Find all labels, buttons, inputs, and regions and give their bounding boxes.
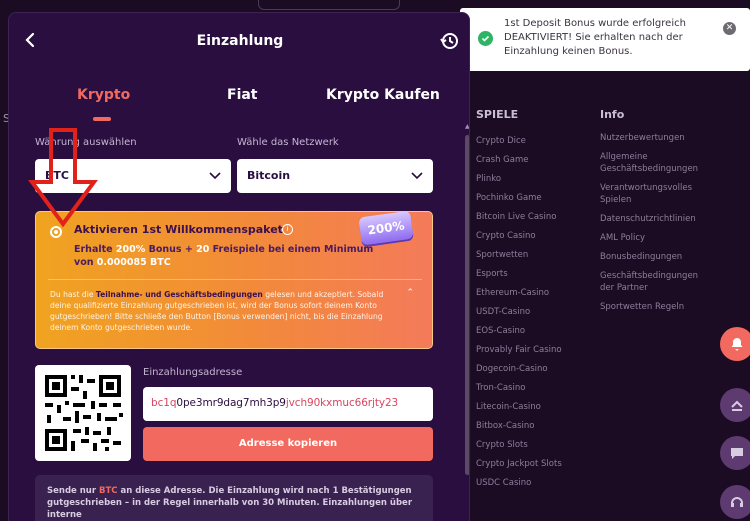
- annotation-arrow-icon: [28, 128, 98, 228]
- modal-title: Einzahlung: [196, 33, 284, 49]
- footer-link[interactable]: Pochinko Game: [476, 189, 562, 208]
- bonus-text: Erhalte: [74, 244, 116, 255]
- footer-link[interactable]: Geschäftsbedingungen der Partner: [600, 270, 710, 294]
- footer-link[interactable]: Allgemeine Geschäftsbedingungen: [600, 151, 710, 175]
- deposit-modal: Einzahlung Krypto Fiat Krypto Kaufen Wäh…: [8, 12, 470, 521]
- footer-link[interactable]: Bitbox-Casino: [476, 417, 562, 436]
- bonus-text: Bonus +: [145, 244, 197, 255]
- deposit-address-field[interactable]: bc1q0pe3mr9dag7mh3p9jvch90kxmuc66rjty23: [143, 387, 433, 421]
- bonus-spins: 20: [196, 244, 210, 255]
- note-text: Sende nur: [47, 486, 100, 496]
- footer-link[interactable]: Datenschutzrichtlinien: [600, 213, 710, 225]
- deposit-note: Sende nur BTC an diese Adresse. Die Einz…: [35, 475, 433, 521]
- chevron-down-icon: [209, 170, 221, 183]
- toast-message: 1st Deposit Bonus wurde erfolgreich DEAK…: [504, 18, 686, 57]
- note-coin: BTC: [99, 486, 118, 496]
- chevron-down-icon: [411, 170, 423, 183]
- footer-link[interactable]: Litecoin-Casino: [476, 398, 562, 417]
- history-icon[interactable]: [439, 31, 459, 55]
- footer-link[interactable]: USDC Casino: [476, 474, 562, 493]
- network-label: Wähle das Netzwerk: [237, 137, 339, 148]
- bell-icon: [731, 338, 743, 351]
- tab-krypto-kaufen[interactable]: Krypto Kaufen: [326, 87, 440, 103]
- bonus-badge: 200%: [358, 210, 414, 246]
- copy-address-button[interactable]: Adresse kopieren: [143, 427, 433, 461]
- footer-link[interactable]: Crypto Casino: [476, 227, 562, 246]
- footer-link[interactable]: Esports: [476, 265, 562, 284]
- network-value: Bitcoin: [247, 169, 291, 182]
- welcome-bonus-card[interactable]: Aktivieren 1st Willkommenspaket i 200% E…: [35, 210, 433, 349]
- footer-link[interactable]: Provably Fair Casino: [476, 341, 562, 360]
- address-part: 0pe3mr9dag7mh3p9: [176, 397, 286, 409]
- address-part: jvch90kxmuc66rjty23: [285, 397, 399, 409]
- footer-link[interactable]: Crypto Slots: [476, 436, 562, 455]
- deposit-tabs: Krypto Fiat Krypto Kaufen: [9, 87, 469, 127]
- footer-link[interactable]: Bonusbedingungen: [600, 251, 710, 263]
- chat-button[interactable]: [720, 436, 750, 470]
- bonus-percent: 200%: [115, 244, 146, 255]
- modal-scrollbar[interactable]: ▲: [465, 123, 469, 521]
- footer-link[interactable]: Sportwetten: [476, 246, 562, 265]
- notification-bell-button[interactable]: [720, 327, 750, 361]
- network-select[interactable]: Bitcoin: [237, 159, 433, 193]
- footer-link[interactable]: Ethereum-Casino: [476, 284, 562, 303]
- footer-link[interactable]: Nutzerbewertungen: [600, 132, 710, 144]
- footer-link[interactable]: AML Policy: [600, 232, 710, 244]
- footer-spiele-column: SPIELE Crypto Dice Crash Game Plinko Poc…: [476, 108, 562, 493]
- modal-header: Einzahlung: [9, 13, 469, 73]
- address-part: bc1q: [151, 397, 177, 409]
- footer-link[interactable]: Verantwortungsvolles Spielen: [600, 182, 710, 206]
- tab-fiat[interactable]: Fiat: [227, 87, 258, 103]
- footer-info-column: Info Nutzerbewertungen Allgemeine Geschä…: [600, 108, 710, 320]
- footer-link[interactable]: Sportwetten Regeln: [600, 301, 710, 313]
- check-circle-icon: [478, 31, 493, 46]
- support-button[interactable]: [720, 485, 750, 519]
- active-tab-indicator: [93, 117, 111, 121]
- footer-link[interactable]: Tron-Casino: [476, 379, 562, 398]
- scroll-up-arrow-icon[interactable]: ▲: [465, 123, 469, 130]
- footer-spiele-title: SPIELE: [476, 108, 519, 121]
- info-icon[interactable]: i: [282, 224, 293, 235]
- chevron-up-icon[interactable]: ⌃: [406, 288, 414, 298]
- footer-link[interactable]: EOS-Casino: [476, 322, 562, 341]
- bonus-min-amount: 0.000085 BTC: [96, 257, 171, 268]
- close-icon[interactable]: ✕: [723, 22, 736, 35]
- footer-link[interactable]: Plinko: [476, 170, 562, 189]
- header-fragment: [258, 0, 400, 10]
- tab-krypto[interactable]: Krypto: [77, 87, 130, 103]
- footer-link[interactable]: Bitcoin Live Casino: [476, 208, 562, 227]
- bonus-terms: Du hast die Teilnahme- und Geschäftsbedi…: [50, 289, 406, 333]
- footer-link[interactable]: Dogecoin-Casino: [476, 360, 562, 379]
- bonus-description: Erhalte 200% Bonus + 20 Freispiele bei e…: [74, 243, 394, 269]
- qr-code: [35, 365, 131, 461]
- headset-icon: [731, 497, 743, 507]
- terms-text: Du hast die: [50, 290, 96, 299]
- address-label: Einzahlungsadresse: [143, 367, 243, 378]
- footer-link[interactable]: Crash Game: [476, 151, 562, 170]
- chat-icon: [731, 448, 743, 459]
- footer-info-title: Info: [600, 108, 625, 121]
- scrollbar-thumb[interactable]: [465, 135, 469, 475]
- success-toast: 1st Deposit Bonus wurde erfolgreich DEAK…: [460, 8, 750, 71]
- chevron-up-icon: [731, 400, 743, 411]
- terms-link[interactable]: Teilnahme- und Geschäftsbedingungen: [96, 290, 263, 299]
- bonus-title: Aktivieren 1st Willkommenspaket: [74, 223, 283, 236]
- footer-link[interactable]: Crypto Dice: [476, 132, 562, 151]
- footer-link[interactable]: USDT-Casino: [476, 303, 562, 322]
- footer-link[interactable]: Crypto Jackpot Slots: [476, 455, 562, 474]
- scroll-top-button[interactable]: [720, 388, 750, 422]
- divider: [48, 279, 422, 280]
